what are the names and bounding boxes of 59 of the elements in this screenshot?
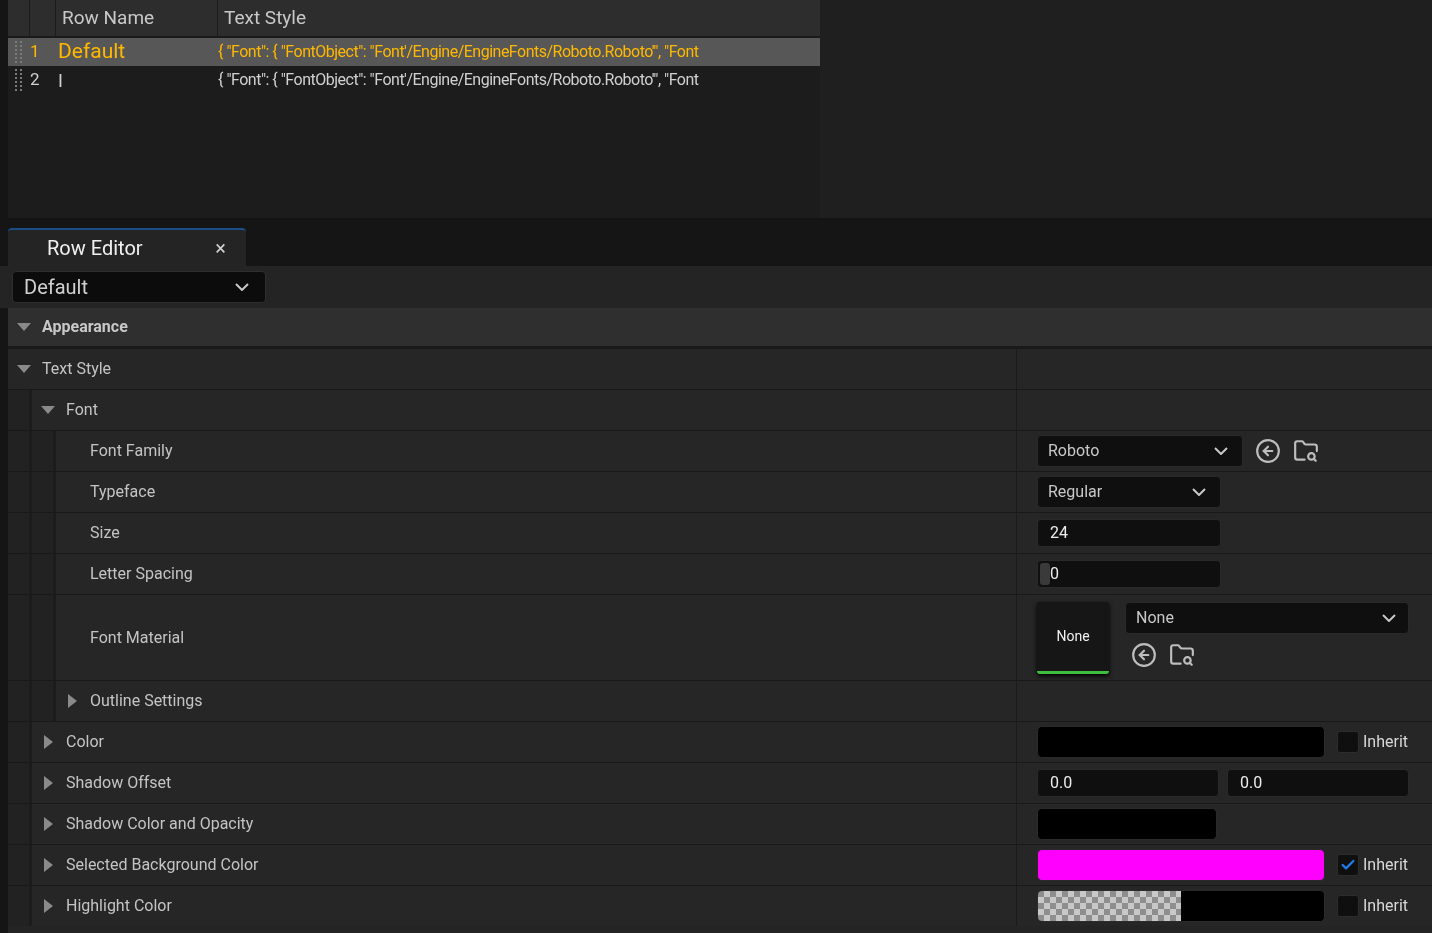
color-swatch[interactable] — [1037, 849, 1325, 881]
inherit-checkbox[interactable] — [1337, 895, 1359, 917]
column-header[interactable]: Text Style — [218, 0, 820, 36]
property-label: Outline Settings — [90, 690, 203, 712]
category-header[interactable]: Appearance — [8, 308, 1432, 348]
inherit-checkbox[interactable] — [1337, 731, 1359, 753]
close-button[interactable]: × — [215, 233, 226, 263]
property-label: Shadow Offset — [66, 772, 172, 794]
expand-arrow-icon[interactable] — [41, 899, 55, 913]
property-label: Font — [66, 399, 98, 421]
column-header[interactable]: Row Name — [56, 0, 218, 36]
expand-arrow-icon[interactable] — [41, 735, 55, 749]
expand-arrow-icon[interactable] — [41, 776, 55, 790]
chevron-down-icon — [1382, 613, 1396, 622]
browse-folder-icon[interactable] — [1293, 438, 1319, 464]
color-swatch[interactable] — [1037, 890, 1325, 922]
property-label: Size — [90, 522, 120, 544]
inherit-checkbox[interactable] — [1337, 854, 1359, 876]
number-field[interactable]: 0 — [1037, 560, 1221, 588]
number-field[interactable]: 0.0 — [1227, 769, 1409, 797]
row-number: 1 — [30, 40, 41, 64]
chevron-down-icon — [1214, 447, 1228, 455]
property-label: Typeface — [90, 481, 156, 503]
property-label: Highlight Color — [66, 895, 172, 917]
chevron-down-icon — [1192, 488, 1206, 496]
expand-arrow-icon[interactable] — [65, 694, 79, 708]
table-row[interactable]: 1 Default { "Font": { "FontObject": "Font'/Engine/EngineFonts/Roboto.Roboto'", "Font — [8, 38, 820, 66]
font-dropdown[interactable]: Roboto — [1037, 435, 1243, 467]
row-number: 2 — [30, 68, 41, 92]
inherit-label: Inherit — [1363, 731, 1409, 753]
row-name: Default — [57, 38, 127, 66]
number-field[interactable]: 24 — [1037, 519, 1221, 547]
expand-arrow-icon[interactable] — [41, 817, 55, 831]
font-dropdown[interactable]: Regular — [1037, 476, 1221, 508]
row-editor-tab[interactable]: Row Editor × — [8, 228, 246, 266]
row-value: { "Font": { "FontObject": "Font'/Engine/EngineFonts/Roboto.Roboto'", "Font — [217, 69, 699, 91]
asset-dropdown[interactable]: None — [1125, 601, 1409, 634]
property-label: Shadow Color and Opacity — [66, 813, 254, 835]
property-label: Font Material — [90, 626, 185, 649]
inherit-label: Inherit — [1363, 854, 1409, 876]
drag-handle-icon[interactable] — [14, 68, 24, 92]
row-selector-dropdown[interactable]: Default — [12, 271, 266, 303]
color-swatch[interactable] — [1037, 726, 1325, 758]
row-name: I — [57, 68, 64, 93]
color-swatch[interactable] — [1037, 808, 1217, 840]
property-label: Font Family — [90, 440, 173, 462]
property-label: Letter Spacing — [90, 563, 193, 585]
property-label: Selected Background Color — [66, 854, 259, 876]
expand-arrow-icon[interactable] — [41, 858, 55, 872]
drag-handle-icon[interactable] — [14, 40, 24, 64]
property-label: Color — [66, 731, 104, 753]
row-value: { "Font": { "FontObject": "Font'/Engine/EngineFonts/Roboto.Roboto'", "Font — [217, 41, 699, 63]
table-row[interactable]: 2 I { "Font": { "FontObject": "Font'/Engine/EngineFonts/Roboto.Roboto'", "Font — [8, 66, 820, 94]
browse-folder-icon[interactable] — [1169, 641, 1195, 668]
property-label: Text Style — [42, 358, 112, 380]
chevron-down-icon — [235, 283, 249, 291]
inherit-label: Inherit — [1363, 895, 1409, 917]
asset-thumbnail[interactable]: None — [1037, 601, 1109, 674]
number-field[interactable]: 0.0 — [1037, 769, 1219, 797]
